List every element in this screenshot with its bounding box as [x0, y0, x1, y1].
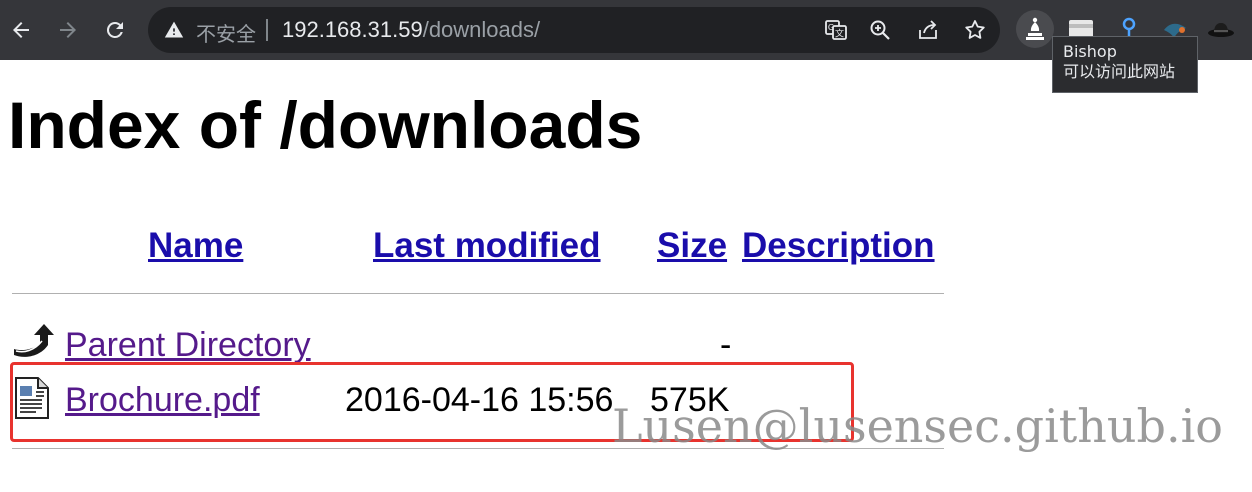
reload-icon: [106, 21, 123, 38]
page-title: Index of /downloads: [8, 88, 643, 162]
omnibox-divider: [266, 19, 268, 41]
back-arrow-icon: [14, 324, 54, 357]
bishop-extension-button[interactable]: [1016, 10, 1054, 48]
address-bar[interactable]: 不安全 192.168.31.59/downloads/ 文 G: [148, 7, 1000, 53]
svg-text:G: G: [828, 23, 834, 32]
warning-icon[interactable]: [164, 20, 184, 40]
tooltip-subtitle: 可以访问此网站: [1063, 62, 1176, 81]
svg-text:文: 文: [835, 28, 844, 40]
back-button[interactable]: [7, 16, 35, 44]
url-host: 192.168.31.59: [282, 17, 423, 42]
forward-button[interactable]: [54, 16, 82, 44]
translate-icon[interactable]: 文 G: [824, 18, 848, 42]
list-item-size: -: [720, 326, 732, 364]
column-header-description[interactable]: Description: [742, 223, 935, 269]
bishop-icon: [1026, 17, 1044, 40]
url-text[interactable]: 192.168.31.59/downloads/: [282, 17, 540, 43]
arrow-right-icon: [60, 22, 76, 38]
tooltip-title: Bishop: [1063, 42, 1117, 61]
watermark: Lusen@lusensec.github.io: [612, 399, 1224, 453]
table-divider-top: [12, 293, 944, 294]
reload-button[interactable]: [101, 16, 129, 44]
column-header-size[interactable]: Size: [657, 223, 727, 269]
column-header-last-modified[interactable]: Last modified: [373, 223, 601, 269]
column-header-name[interactable]: Name: [148, 223, 243, 269]
list-item-link[interactable]: Parent Directory: [65, 323, 311, 367]
arrow-left-icon: [13, 22, 29, 38]
bookmark-star-icon[interactable]: [963, 18, 987, 42]
url-path: /downloads/: [422, 17, 541, 42]
share-icon[interactable]: [916, 18, 940, 42]
extension-hat-icon[interactable]: [1206, 14, 1236, 44]
extension-tooltip: Bishop 可以访问此网站: [1052, 36, 1198, 93]
zoom-icon[interactable]: [868, 18, 892, 42]
security-label[interactable]: 不安全: [196, 18, 256, 47]
